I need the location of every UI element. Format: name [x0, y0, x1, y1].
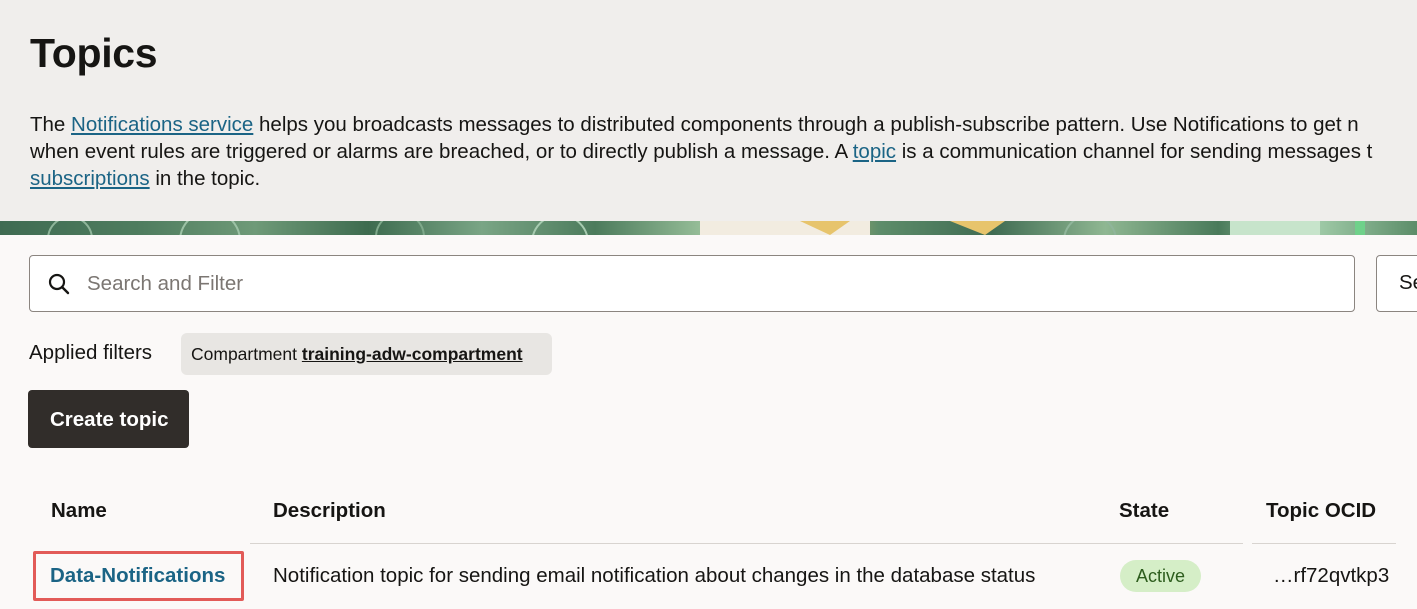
subscriptions-link[interactable]: subscriptions: [30, 167, 150, 190]
intro-text-segment: when event rules are triggered or alarms…: [30, 140, 853, 163]
intro-text-segment: helps you broadcasts messages to distrib…: [253, 113, 1359, 136]
topics-page: Topics The Notifications service helps y…: [0, 0, 1417, 609]
intro-line-3: subscriptions in the topic.: [30, 165, 1417, 192]
column-header-state[interactable]: State: [1119, 499, 1169, 523]
banner-pattern: [47, 221, 1365, 235]
intro-line-1: The Notifications service helps you broa…: [30, 111, 1417, 138]
search-filter-bar[interactable]: [29, 255, 1355, 312]
intro-text-segment: is a communication channel for sending m…: [896, 140, 1373, 163]
column-header-name[interactable]: Name: [51, 499, 107, 523]
page-title: Topics: [30, 30, 158, 76]
topic-link[interactable]: topic: [853, 140, 896, 163]
chip-prefix: Compartment: [191, 344, 302, 364]
search-side-button[interactable]: Se: [1376, 255, 1417, 312]
create-topic-button[interactable]: Create topic: [28, 390, 189, 448]
notifications-service-link[interactable]: Notifications service: [71, 113, 253, 136]
topic-description: Notification topic for sending email not…: [273, 564, 1036, 587]
status-badge: Active: [1120, 560, 1201, 592]
compartment-link[interactable]: training-adw-compartment: [302, 344, 523, 364]
intro-line-2: when event rules are triggered or alarms…: [30, 138, 1417, 165]
intro-text-segment: in the topic.: [149, 167, 261, 190]
intro-text-segment: The: [30, 113, 72, 136]
search-icon: [48, 273, 70, 295]
column-header-description: Description: [273, 499, 386, 522]
intro-text: The Notifications service helps you broa…: [30, 111, 1417, 192]
row-divider: [1252, 543, 1396, 544]
topic-name-link[interactable]: Data-Notifications: [50, 564, 225, 588]
column-header-topic-ocid: Topic OCID: [1266, 499, 1377, 522]
decorative-banner: [0, 221, 1417, 235]
page-header: Topics The Notifications service helps y…: [0, 0, 1417, 221]
topic-ocid[interactable]: …rf72qvtkp3: [1273, 564, 1389, 588]
row-divider: [250, 543, 1243, 544]
applied-filters-label: Applied filters: [29, 341, 153, 364]
compartment-filter-chip[interactable]: Compartment training-adw-compartment: [181, 333, 552, 375]
search-input[interactable]: [87, 264, 1327, 304]
